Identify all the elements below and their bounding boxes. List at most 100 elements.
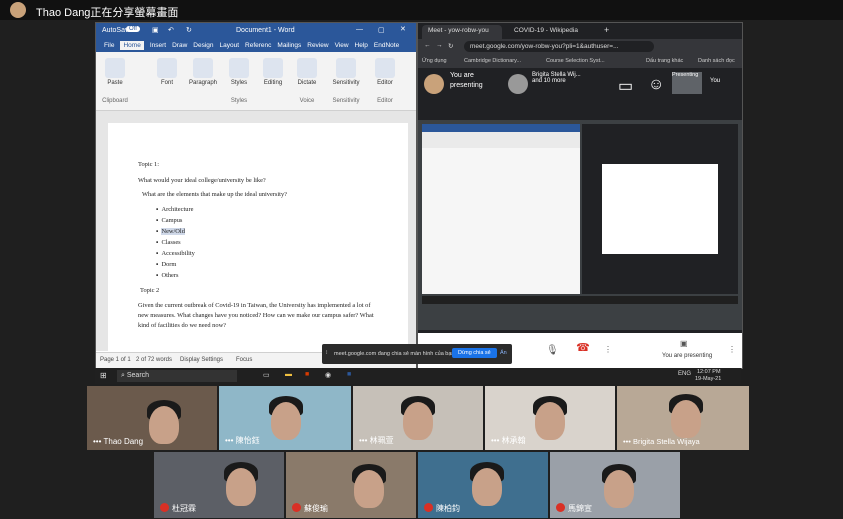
clipboard-group-label: Clipboard	[102, 98, 128, 104]
preview-taskbar	[422, 296, 738, 304]
participant-tile[interactable]: 馬錦宣	[550, 452, 680, 518]
tab-endnote[interactable]: EndNote	[374, 42, 399, 49]
list-item: ▪ Dorm	[156, 261, 177, 268]
paragraph-button[interactable]: Paragraph	[186, 56, 220, 104]
word-count[interactable]: 2 of 72 words	[136, 357, 172, 363]
tab-file[interactable]: File	[104, 42, 114, 49]
stop-sharing-button[interactable]: Dừng chia sẻ	[452, 348, 497, 358]
redo-icon[interactable]: ↻	[186, 26, 192, 34]
tab-insert[interactable]: Insert	[150, 42, 166, 49]
font-button[interactable]: Font	[152, 56, 182, 104]
tab-mailings[interactable]: Mailings	[277, 42, 301, 49]
taskbar-search[interactable]: ⌕ Search	[117, 370, 237, 382]
tab-wikipedia[interactable]: COVID-19 - Wikipedia	[508, 25, 598, 39]
participant-tile[interactable]: 杜冠霖	[154, 452, 284, 518]
back-icon[interactable]: ←	[424, 42, 431, 49]
editor-icon	[375, 58, 395, 78]
word-taskbar-icon[interactable]: ■	[347, 371, 351, 378]
present-icon[interactable]: ▣	[680, 339, 688, 348]
tab-references[interactable]: Referenc	[245, 42, 271, 49]
maximize-icon[interactable]: ▢	[378, 26, 385, 34]
list-item: ▪ Architecture	[156, 206, 194, 213]
microphone-icon[interactable]: 🎙	[546, 345, 559, 356]
document-title: Document1 - Word	[236, 27, 295, 34]
microphone-icon	[297, 58, 317, 78]
undo-icon[interactable]: ↶	[168, 26, 174, 34]
dictate-button[interactable]: Dictate Voice	[292, 56, 322, 104]
forward-icon[interactable]: →	[436, 42, 443, 49]
bookmark-reading-list[interactable]: Danh sách đọc	[698, 58, 735, 64]
autosave-toggle[interactable]: Off	[126, 26, 140, 32]
ribbon-tabs: File Home Insert Draw Design Layout Refe…	[96, 38, 416, 52]
new-tab-icon[interactable]: +	[604, 25, 609, 35]
close-icon[interactable]: ✕	[400, 25, 406, 33]
editor-button[interactable]: Editor Editor	[370, 56, 400, 104]
bookmark-course[interactable]: Course Selection Syst...	[546, 58, 605, 64]
display-settings[interactable]: Display Settings	[180, 357, 223, 363]
share-notice-text: meet.google.com đang chia sẻ màn hình củ…	[334, 351, 456, 357]
tab-meet[interactable]: Meet - yow-robw-you	[422, 25, 502, 39]
participant-tile[interactable]: ••• Thao Dang	[87, 386, 217, 450]
people-icon[interactable]: ☺	[648, 76, 664, 94]
editing-button[interactable]: Editing	[258, 56, 288, 104]
reload-icon[interactable]: ↻	[448, 42, 453, 50]
hide-button[interactable]: Ẩn	[500, 350, 507, 356]
topic1-heading: Topic 1:	[138, 161, 160, 168]
more-icon[interactable]: •••	[225, 436, 233, 445]
participant-face	[671, 400, 701, 438]
url-field[interactable]: meet.google.com/yow-robw-you?pli=1&authu…	[464, 41, 654, 52]
presenter-label: Thao Dang正在分享螢幕畫面	[36, 7, 179, 19]
participant-tile[interactable]: ••• 林承翰	[485, 386, 615, 450]
minimize-icon[interactable]: —	[356, 26, 363, 33]
tab-help[interactable]: Help	[355, 42, 368, 49]
bookmark-other[interactable]: Dấu trang khác	[646, 58, 683, 64]
tab-review[interactable]: Review	[307, 42, 328, 49]
tab-home[interactable]: Home	[120, 40, 144, 50]
font-label: Font	[160, 80, 173, 86]
participant-face	[271, 402, 301, 440]
sensitivity-label: Sensitivity	[332, 80, 360, 86]
other-participants[interactable]: Brigita Stella Wij... and 10 more	[532, 72, 590, 84]
paste-button[interactable]: Paste Clipboard	[100, 56, 130, 104]
windows-start-icon[interactable]: ⊞	[100, 371, 107, 380]
sensitivity-button[interactable]: Sensitivity Sensitivity	[328, 56, 364, 104]
mic-muted-icon	[424, 503, 433, 512]
tab-design[interactable]: Design	[193, 42, 213, 49]
bookmark-apps[interactable]: Ứng dụng	[422, 58, 447, 64]
more-icon[interactable]: •••	[491, 436, 499, 445]
participant-name: 陳柏鈞	[424, 503, 460, 514]
participant-tile[interactable]: ••• 林珮萱	[353, 386, 483, 450]
bookmarks-bar: Ứng dụng Cambridge Dictionary... Course …	[418, 55, 742, 68]
ruler[interactable]	[96, 111, 416, 119]
task-view-icon[interactable]: ▭	[263, 371, 270, 379]
focus-button[interactable]: Focus	[236, 357, 252, 363]
save-icon[interactable]: ▣	[152, 26, 159, 34]
chat-icon[interactable]: ▭	[618, 76, 633, 96]
overflow-icon[interactable]: ⋮	[728, 345, 736, 354]
you-are-presenting-line2: presenting	[450, 82, 483, 89]
styles-button[interactable]: Styles Styles	[224, 56, 254, 104]
office-icon[interactable]: ■	[305, 371, 309, 378]
document-page[interactable]: Topic 1: What would your ideal college/u…	[108, 123, 408, 351]
tab-view[interactable]: View	[335, 42, 349, 49]
clock-date[interactable]: 19-May-21	[695, 376, 721, 382]
more-icon[interactable]: •••	[93, 437, 101, 446]
word-titlebar: AutoSave Off ▣ ↶ ↻ Document1 - Word — ▢ …	[96, 23, 416, 38]
more-icon[interactable]: •••	[623, 437, 631, 446]
file-explorer-icon[interactable]: ▬	[285, 371, 292, 378]
participant-name: ••• Brigita Stella Wijaya	[623, 437, 700, 446]
chrome-taskbar-icon[interactable]: ◉	[325, 371, 331, 379]
more-icon[interactable]: •••	[359, 436, 367, 445]
language-indicator[interactable]: ENG	[678, 371, 691, 377]
bookmark-cambridge[interactable]: Cambridge Dictionary...	[464, 58, 521, 64]
participant-tile[interactable]: ••• 陳怡鈺	[219, 386, 351, 450]
participant-tile[interactable]: 蘇俊瑜	[286, 452, 416, 518]
clock-time[interactable]: 12:07 PM	[697, 369, 721, 375]
participant-tile[interactable]: 陳柏鈞	[418, 452, 548, 518]
more-options-icon[interactable]: ⋮	[604, 345, 612, 354]
tab-layout[interactable]: Layout	[220, 42, 240, 49]
tab-draw[interactable]: Draw	[172, 42, 187, 49]
end-call-icon[interactable]: ☎	[572, 341, 594, 357]
participant-tile[interactable]: ••• Brigita Stella Wijaya	[617, 386, 749, 450]
word-window: AutoSave Off ▣ ↶ ↻ Document1 - Word — ▢ …	[95, 22, 417, 369]
